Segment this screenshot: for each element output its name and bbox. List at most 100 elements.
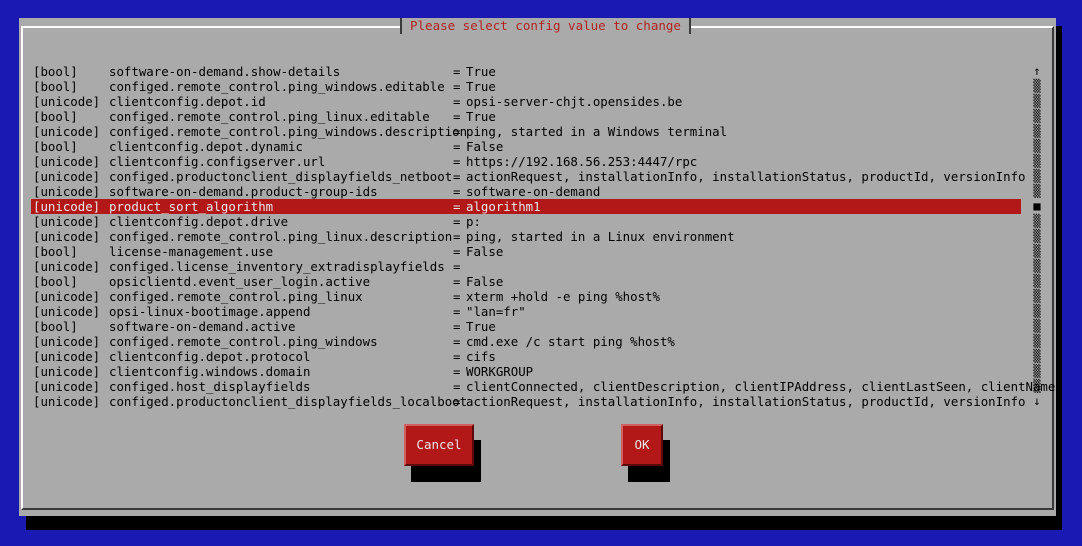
list-item[interactable]: [bool] license-management.use = False	[31, 244, 1021, 259]
scroll-track: ▒	[1033, 139, 1041, 153]
config-equals: =	[453, 274, 461, 289]
config-equals: =	[453, 124, 461, 139]
list-item[interactable]: [bool] software-on-demand.show-details = Tr…	[31, 64, 1021, 79]
config-equals: =	[453, 229, 461, 244]
config-equals: =	[453, 169, 461, 184]
config-value: p:	[466, 214, 481, 229]
scroll-track: ▒	[1033, 304, 1041, 318]
config-type: [bool]	[33, 64, 78, 79]
config-type: [bool]	[33, 139, 78, 154]
scroll-track: ▒	[1033, 214, 1041, 228]
list-item[interactable]: [unicode] configed.remote_control.ping_wi…	[31, 334, 1021, 349]
config-equals: =	[453, 349, 461, 364]
config-equals: =	[453, 259, 461, 274]
config-type: [unicode]	[33, 169, 101, 184]
config-value: True	[466, 79, 496, 94]
config-key: configed.remote_control.ping_windows.des…	[109, 124, 468, 139]
config-equals: =	[453, 139, 461, 154]
config-equals: =	[453, 79, 461, 94]
list-item[interactable]: [unicode] configed.remote_control.ping_wi…	[31, 124, 1021, 139]
list-item[interactable]: [bool] opsiclientd.event_user_login.activ…	[31, 274, 1021, 289]
config-equals: =	[453, 154, 461, 169]
list-item[interactable]: [unicode] clientconfig.configserver.url = h…	[31, 154, 1021, 169]
scroll-thumb: ■	[1033, 199, 1041, 213]
config-key: opsiclientd.event_user_login.active	[109, 274, 371, 289]
config-equals: =	[453, 199, 461, 214]
config-equals: =	[453, 394, 461, 409]
config-type: [unicode]	[33, 364, 101, 379]
list-item[interactable]: [unicode] software-on-demand.product-grou…	[31, 184, 1021, 199]
list-item[interactable]: [unicode] configed.productonclient_displa…	[31, 394, 1026, 409]
scroll-track: ▒	[1033, 379, 1041, 393]
config-type: [bool]	[33, 79, 78, 94]
config-value-list[interactable]: [bool] software-on-demand.show-details = Tr…	[31, 64, 1055, 409]
cancel-button[interactable]: Cancel	[404, 424, 474, 466]
config-value: xterm +hold -e ping %host%	[466, 289, 660, 304]
ok-button[interactable]: OK	[621, 424, 663, 466]
list-scrollbar[interactable]: ↑ ▒ ▒ ▒ ▒ ▒ ▒ ▒ ▒ ■ ▒ ▒ ▒ ▒ ▒ ▒ ▒ ▒ ▒ ▒ ▒ ▒ ↓	[1031, 64, 1043, 409]
config-value: software-on-demand	[466, 184, 601, 199]
list-item[interactable]: [unicode] clientconfig.depot.protocol = cif…	[31, 349, 1021, 364]
config-equals: =	[453, 304, 461, 319]
config-value: WORKGROUP	[466, 364, 534, 379]
list-item[interactable]: [unicode] configed.license_inventory_extr…	[31, 259, 1021, 274]
config-type: [unicode]	[33, 379, 101, 394]
scroll-track: ▒	[1033, 349, 1041, 363]
config-value: ping, started in a Linux environment	[466, 229, 735, 244]
scroll-track: ▒	[1033, 94, 1041, 108]
config-type: [unicode]	[33, 334, 101, 349]
config-type: [unicode]	[33, 124, 101, 139]
config-value: True	[466, 319, 496, 334]
config-value: ping, started in a Windows terminal	[466, 124, 728, 139]
config-key: configed.remote_control.ping_windows	[109, 334, 378, 349]
config-key: clientconfig.depot.dynamic	[109, 139, 303, 154]
config-value: actionRequest, installationInfo, install…	[466, 169, 1026, 184]
list-item[interactable]: [unicode] clientconfig.depot.drive = p:	[31, 214, 1021, 229]
list-item[interactable]: [bool] configed.remote_control.ping_windo…	[31, 79, 1021, 94]
config-key: configed.host_displayfields	[109, 379, 311, 394]
config-type: [unicode]	[33, 154, 101, 169]
scroll-track: ▒	[1033, 259, 1041, 273]
config-value: False	[466, 274, 504, 289]
scroll-up-icon: ↑	[1033, 64, 1041, 78]
config-key: configed.remote_control.ping_windows.edi…	[109, 79, 445, 94]
config-equals: =	[453, 244, 461, 259]
config-value: clientConnected, clientDescription, clie…	[466, 379, 1056, 394]
config-value: algorithm1	[466, 199, 541, 214]
config-type: [unicode]	[33, 289, 101, 304]
list-item[interactable]: [unicode] clientconfig.depot.id = opsi-serv…	[31, 94, 1021, 109]
scroll-track: ▒	[1033, 184, 1041, 198]
config-type: [unicode]	[33, 304, 101, 319]
list-item-selected[interactable]: [unicode] product_sort_algorithm = algorith…	[31, 199, 1021, 214]
list-item[interactable]: [bool] configed.remote_control.ping_linux…	[31, 109, 1021, 124]
config-key: license-management.use	[109, 244, 274, 259]
config-key: opsi-linux-bootimage.append	[109, 304, 311, 319]
config-value: cifs	[466, 349, 496, 364]
config-value: actionRequest, installationInfo, install…	[466, 394, 1026, 409]
config-type: [bool]	[33, 319, 78, 334]
list-item[interactable]: [bool] clientconfig.depot.dynamic = False	[31, 139, 1021, 154]
config-type: [bool]	[33, 109, 78, 124]
list-item[interactable]: [unicode] configed.remote_control.ping_li…	[31, 229, 1021, 244]
list-item[interactable]: [unicode] configed.remote_control.ping_li…	[31, 289, 1021, 304]
config-key: clientconfig.depot.id	[109, 94, 266, 109]
list-item[interactable]: [unicode] opsi-linux-bootimage.append = "la…	[31, 304, 1021, 319]
list-item[interactable]: [unicode] clientconfig.windows.domain = WOR…	[31, 364, 1021, 379]
config-type: [bool]	[33, 274, 78, 289]
config-type: [unicode]	[33, 184, 101, 199]
scroll-track: ▒	[1033, 79, 1041, 93]
scroll-track: ▒	[1033, 274, 1041, 288]
scroll-track: ▒	[1033, 244, 1041, 258]
list-item[interactable]: [unicode] configed.host_displayfields = cli…	[31, 379, 1055, 394]
config-key: clientconfig.windows.domain	[109, 364, 311, 379]
config-type: [unicode]	[33, 214, 101, 229]
config-key: configed.remote_control.ping_linux.descr…	[109, 229, 453, 244]
config-key: configed.productonclient_displayfields_l…	[109, 394, 468, 409]
config-value: True	[466, 109, 496, 124]
list-item[interactable]: [bool] software-on-demand.active = True	[31, 319, 1021, 334]
config-key: clientconfig.depot.drive	[109, 214, 289, 229]
list-item[interactable]: [unicode] configed.productonclient_displa…	[31, 169, 1026, 184]
config-value: opsi-server-chjt.opensides.be	[466, 94, 683, 109]
config-value: False	[466, 244, 504, 259]
config-equals: =	[453, 109, 461, 124]
